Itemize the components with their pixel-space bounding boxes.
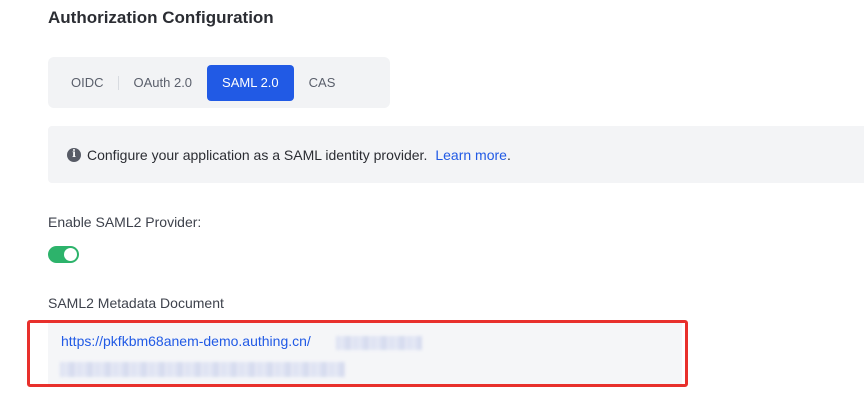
info-link-suffix: . <box>506 146 511 163</box>
info-icon: i <box>67 147 81 162</box>
enable-saml2-label: Enable SAML2 Provider: <box>48 214 202 230</box>
tab-oauth2[interactable]: OAuth 2.0 <box>119 65 208 101</box>
highlight-box <box>27 320 688 387</box>
tab-cas[interactable]: CAS <box>294 65 351 101</box>
enable-saml2-toggle[interactable] <box>48 246 79 263</box>
tab-oidc[interactable]: OIDC <box>56 65 119 101</box>
info-text: Configure your application as a SAML ide… <box>87 146 428 163</box>
tab-saml2[interactable]: SAML 2.0 <box>207 64 294 101</box>
info-banner: i Configure your application as a SAML i… <box>48 126 864 183</box>
learn-more-link[interactable]: Learn more <box>435 147 507 163</box>
metadata-label: SAML2 Metadata Document <box>48 295 224 311</box>
auth-config-page: Authorization Configuration OIDC OAuth 2… <box>0 0 864 399</box>
protocol-tabs: OIDC OAuth 2.0 SAML 2.0 CAS <box>48 57 390 108</box>
toggle-knob <box>64 248 77 261</box>
page-title: Authorization Configuration <box>48 8 274 27</box>
